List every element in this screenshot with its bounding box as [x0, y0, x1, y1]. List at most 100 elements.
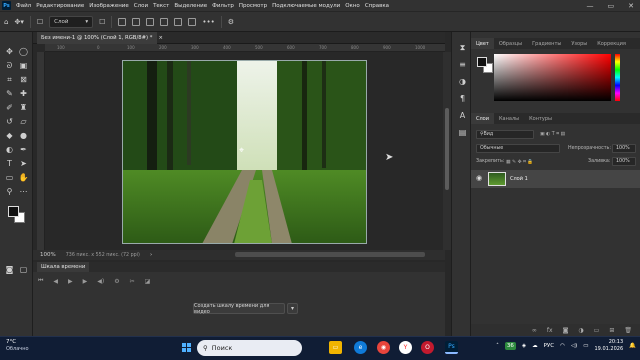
object-select-icon[interactable]: ▣: [18, 60, 29, 71]
move-tool-preset-icon[interactable]: ✥▾: [14, 16, 23, 28]
autoselect-checkbox-icon[interactable]: ☐: [37, 16, 43, 28]
menu-filter[interactable]: Фильтр: [212, 3, 234, 9]
foreground-color-swatch[interactable]: [8, 206, 19, 217]
next-frame-icon[interactable]: ▶: [83, 278, 88, 285]
align-middle-icon[interactable]: [174, 16, 183, 28]
transition-icon[interactable]: ◪: [145, 278, 151, 285]
menu-file[interactable]: Файл: [16, 3, 31, 9]
healing-brush-icon[interactable]: ✚: [18, 88, 29, 99]
home-icon[interactable]: ⌂: [4, 16, 8, 28]
hand-tool-icon[interactable]: ✋: [18, 172, 29, 183]
align-left-icon[interactable]: [118, 16, 127, 28]
tray-app-icon[interactable]: ◈: [522, 343, 526, 349]
chrome-icon[interactable]: ◉: [377, 341, 390, 354]
adjustments-icon[interactable]: ◑: [457, 76, 468, 87]
tab-patterns[interactable]: Узоры: [566, 38, 592, 49]
battery-icon[interactable]: ▭: [583, 343, 588, 349]
menu-text[interactable]: Текст: [153, 3, 169, 9]
play-icon[interactable]: ▶: [68, 278, 73, 285]
blur-tool-icon[interactable]: ●: [18, 130, 29, 141]
status-arrow-icon[interactable]: ›: [150, 252, 152, 258]
blend-mode-dropdown[interactable]: Обычные: [476, 144, 560, 153]
frame-tool-icon[interactable]: ⊠: [18, 74, 29, 85]
horizontal-scroll-thumb[interactable]: [235, 252, 425, 257]
menu-plugins[interactable]: Подключаемые модули: [272, 3, 340, 9]
properties-icon[interactable]: ≡: [457, 59, 468, 70]
transform-center-icon[interactable]: ⌖: [239, 146, 244, 156]
create-video-timeline-button[interactable]: Создать шкалу времени для видео: [193, 303, 285, 315]
history-brush-icon[interactable]: ↺: [4, 116, 15, 127]
tray-badge[interactable]: 36: [504, 342, 516, 350]
libraries-icon[interactable]: ▤: [457, 127, 468, 138]
eyedropper-icon[interactable]: ✎: [4, 88, 15, 99]
link-icon[interactable]: ∞: [532, 327, 537, 334]
align-bottom-icon[interactable]: [188, 16, 197, 28]
hue-slider[interactable]: [615, 54, 620, 101]
brush-tool-icon[interactable]: ✐: [4, 102, 15, 113]
volume-icon[interactable]: ◁): [571, 343, 577, 349]
wifi-icon[interactable]: ◠: [560, 343, 565, 349]
fill-field[interactable]: 100%: [612, 157, 636, 166]
close-tab-icon[interactable]: ×: [158, 35, 162, 41]
autoselect-dropdown[interactable]: Слой ▾: [49, 15, 94, 28]
menu-help[interactable]: Справка: [365, 3, 389, 9]
opera-icon[interactable]: O: [421, 341, 434, 354]
chevron-down-icon[interactable]: ▾: [287, 303, 298, 314]
tab-gradients[interactable]: Градиенты: [527, 38, 566, 49]
paint-bucket-icon[interactable]: ◆: [4, 130, 15, 141]
audio-icon[interactable]: ◀): [97, 278, 104, 285]
adjustment-layer-icon[interactable]: ◑: [578, 327, 583, 334]
paragraph-icon[interactable]: ¶: [457, 93, 468, 104]
group-icon[interactable]: ▭: [594, 327, 600, 334]
filter-icons[interactable]: ▣ ◐ T ⌗ ▤: [540, 131, 565, 137]
photoshop-taskbar-icon[interactable]: Ps: [445, 341, 458, 354]
cloud-icon[interactable]: ☁: [532, 343, 538, 349]
file-explorer-icon[interactable]: ▭: [329, 341, 342, 354]
type-tool-icon[interactable]: T: [4, 158, 15, 169]
menu-layers[interactable]: Слои: [134, 3, 148, 9]
crop-tool-icon[interactable]: ⌗: [4, 74, 15, 85]
yandex-browser-icon[interactable]: Y: [399, 341, 412, 354]
zoom-tool-icon[interactable]: ⚲: [4, 186, 15, 197]
dodge-tool-icon[interactable]: ◐: [4, 144, 15, 155]
align-center-icon[interactable]: [132, 16, 141, 28]
lasso-tool-icon[interactable]: ᘐ: [4, 60, 15, 71]
lock-icons[interactable]: ▦ ✎ ✥ ⌗ 🔒: [506, 159, 533, 165]
tab-channels[interactable]: Каналы: [494, 113, 524, 124]
menu-edit[interactable]: Редактирование: [36, 3, 84, 9]
tab-layers[interactable]: Слои: [471, 113, 494, 124]
edge-icon[interactable]: e: [354, 341, 367, 354]
maximize-button[interactable]: ▭: [608, 2, 615, 10]
canvas-area[interactable]: ⌖ ➤: [45, 52, 443, 250]
split-icon[interactable]: ✂: [130, 278, 135, 285]
language-indicator[interactable]: РУС: [544, 343, 555, 349]
character-icon[interactable]: A: [457, 110, 468, 121]
menu-select[interactable]: Выделение: [174, 3, 207, 9]
settings-icon[interactable]: ⚙: [114, 278, 119, 285]
menu-image[interactable]: Изображение: [89, 3, 129, 9]
more-options-button[interactable]: •••: [202, 16, 214, 28]
ellipse-marquee-icon[interactable]: ◯: [18, 46, 29, 57]
fx-icon[interactable]: fx: [547, 327, 553, 334]
notification-bell-icon[interactable]: 🔔: [629, 343, 636, 349]
zoom-level[interactable]: 100%: [40, 252, 56, 258]
opacity-field[interactable]: 100%: [612, 144, 636, 153]
clock[interactable]: 20:13 19.01.2026: [595, 339, 624, 353]
quick-mask-icon[interactable]: ◙: [4, 264, 15, 275]
align-right-icon[interactable]: [146, 16, 155, 28]
minimize-button[interactable]: —: [587, 2, 594, 10]
tab-swatches[interactable]: Образцы: [494, 38, 527, 49]
foreground-color-chip[interactable]: [477, 57, 487, 67]
history-icon[interactable]: ⧗: [457, 42, 468, 53]
timeline-tab[interactable]: Шкала времени: [37, 262, 90, 272]
align-top-icon[interactable]: [160, 16, 169, 28]
more-tools-icon[interactable]: ⋯: [18, 186, 29, 197]
close-window-button[interactable]: ✕: [628, 2, 634, 10]
tab-adjustments[interactable]: Коррекция: [592, 38, 631, 49]
windows-start-icon[interactable]: [182, 343, 191, 352]
chevron-up-icon[interactable]: ˄: [496, 343, 499, 349]
trash-icon[interactable]: 🗑: [624, 327, 632, 334]
rectangle-tool-icon[interactable]: ▭: [4, 172, 15, 183]
vertical-scroll-thumb[interactable]: [445, 108, 449, 190]
taskbar-search[interactable]: ⚲ Поиск: [197, 340, 302, 356]
